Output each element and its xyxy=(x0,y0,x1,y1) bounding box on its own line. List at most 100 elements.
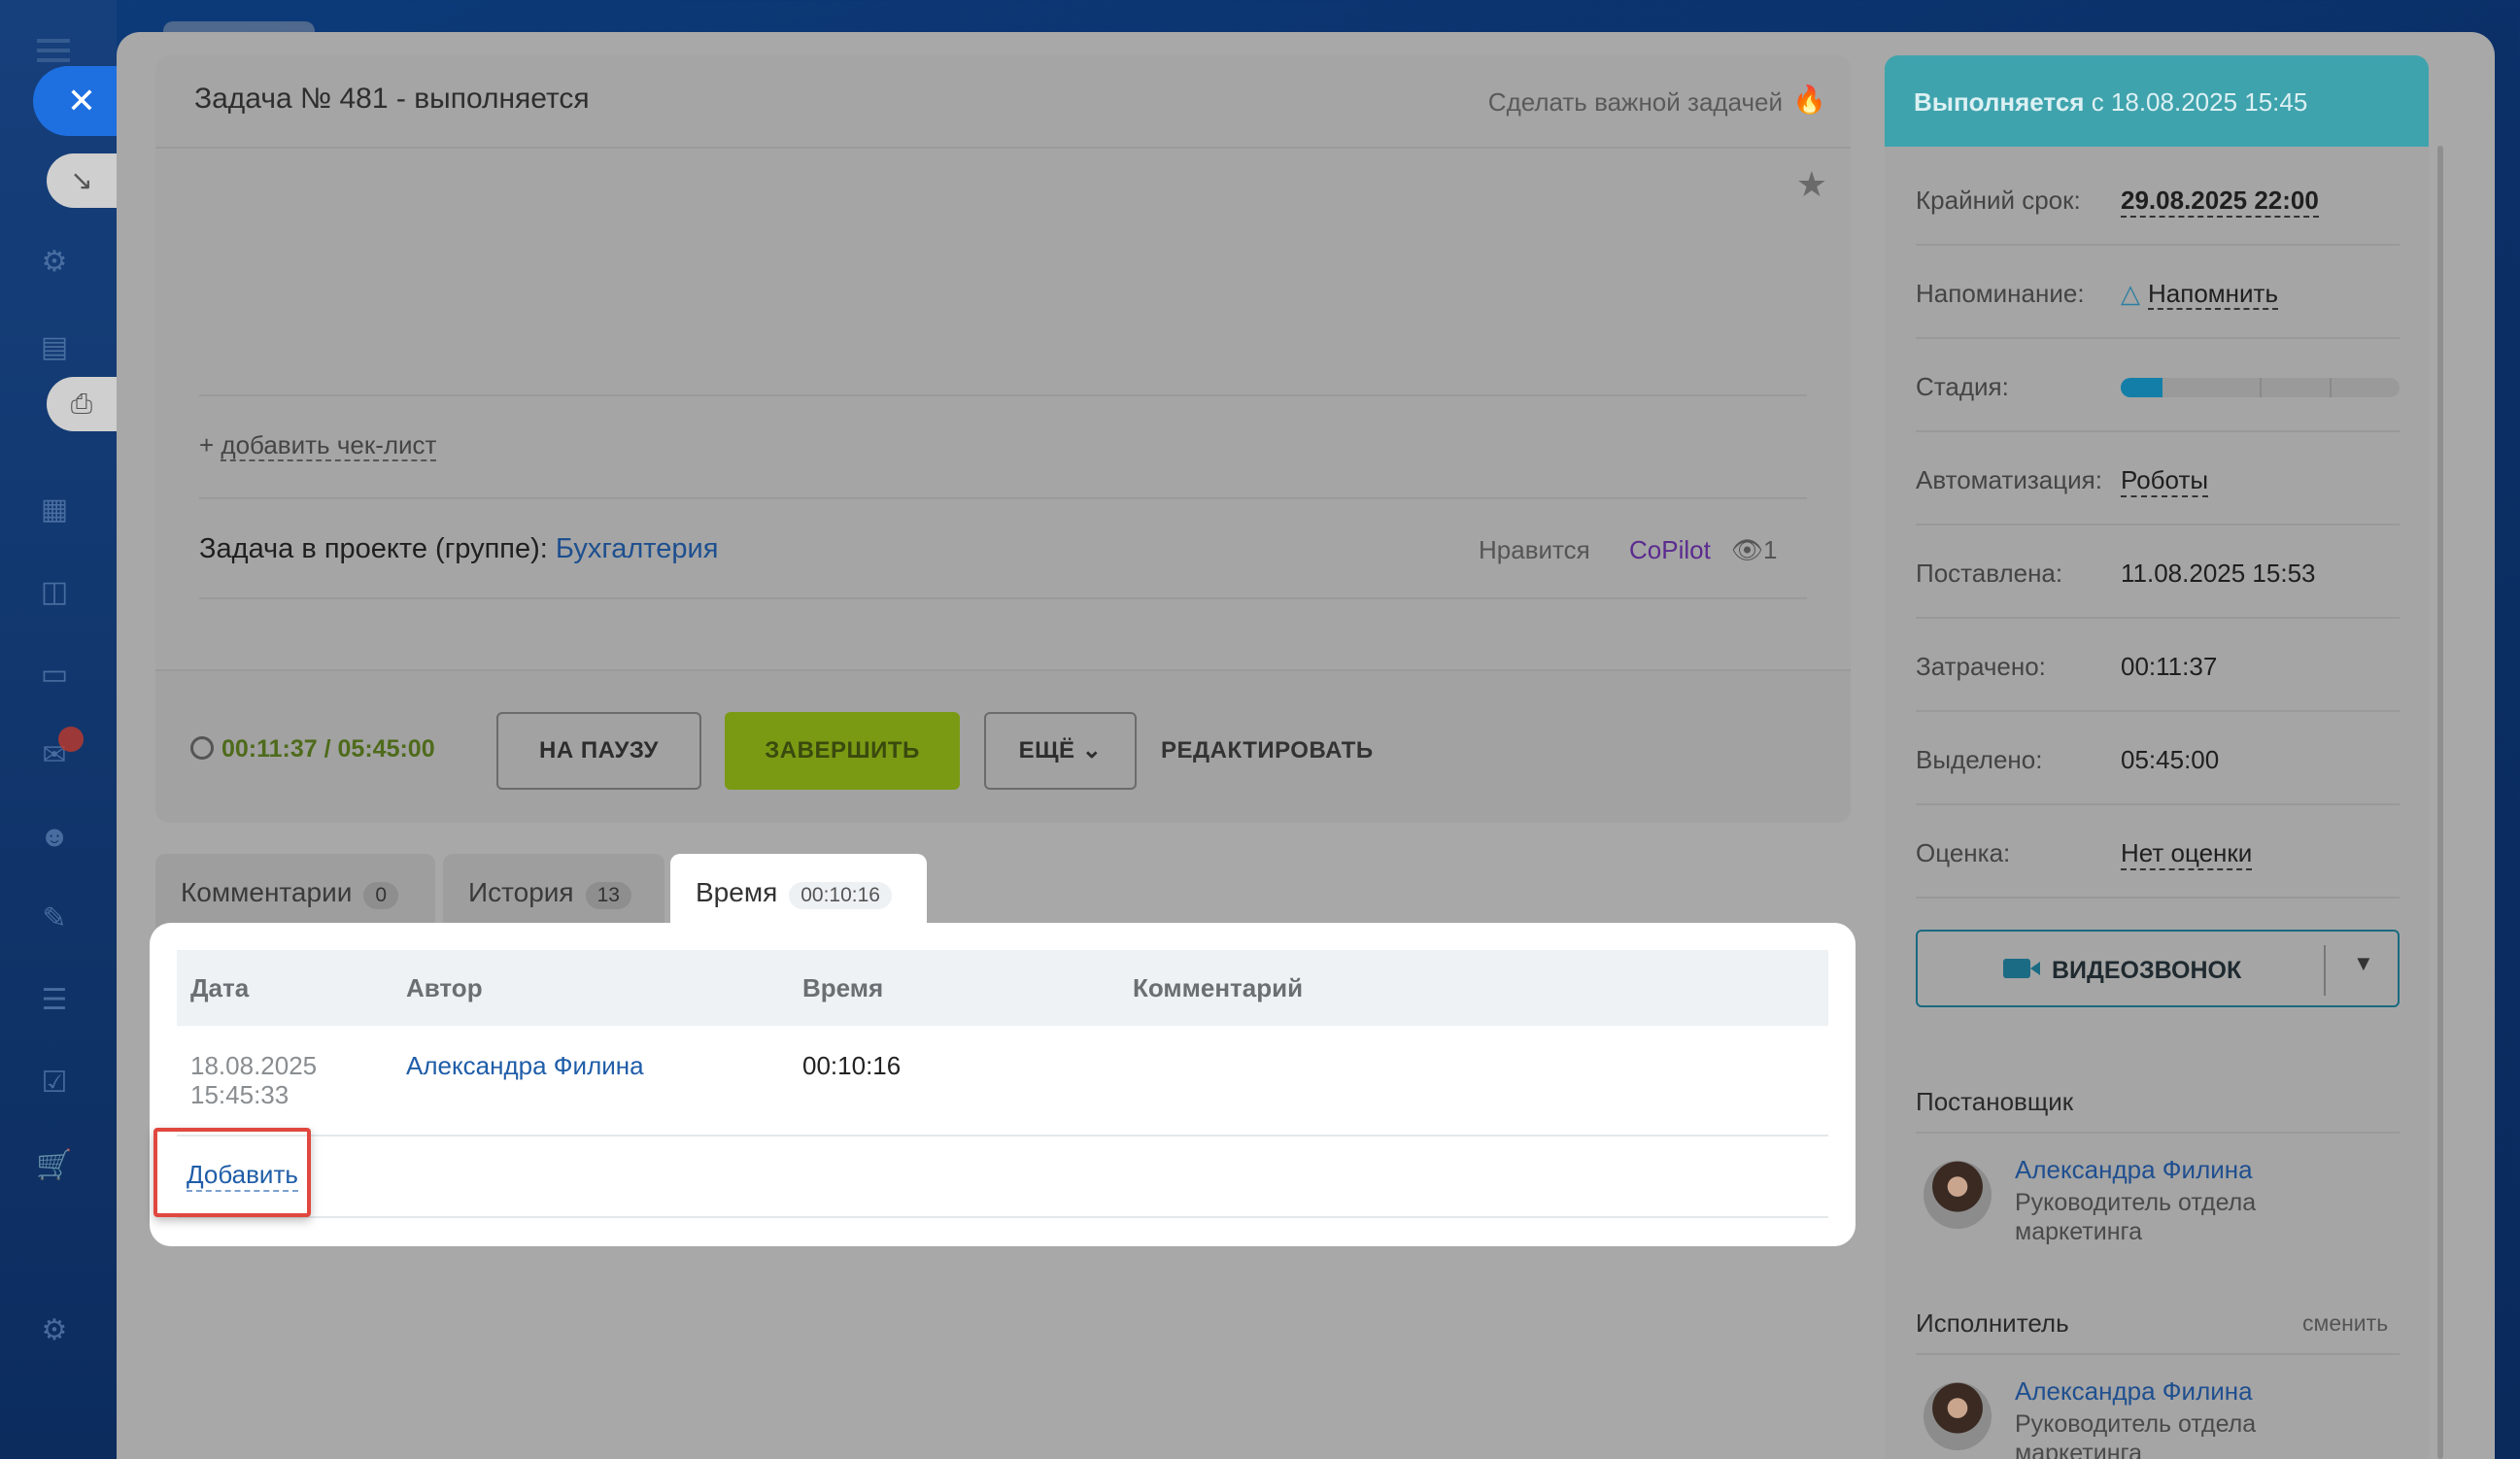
project-link[interactable]: Бухгалтерия xyxy=(556,533,719,564)
tab-label: Время xyxy=(696,877,778,907)
task-actions: 00:11:37 / 05:45:00 НА ПАУЗУ ЗАВЕРШИТЬ Е… xyxy=(155,669,1851,823)
row-divider xyxy=(177,1135,1828,1137)
add-checklist-link[interactable]: + добавить чек-лист xyxy=(199,430,437,461)
deadline-label: Крайний срок: xyxy=(1916,186,2081,215)
sign-icon[interactable]: ☑ xyxy=(35,1064,74,1103)
card-icon[interactable]: ▭ xyxy=(35,656,74,695)
spent-row: Затрачено: 00:11:37 xyxy=(1916,619,2400,712)
deadline-value[interactable]: 29.08.2025 22:00 xyxy=(2121,186,2319,218)
more-button[interactable]: ЕЩЁ ⌄ xyxy=(984,712,1137,790)
print-icon: ⎙ xyxy=(70,389,93,419)
divider xyxy=(1916,1353,2400,1355)
print-button[interactable]: ⎙ xyxy=(47,377,124,431)
close-icon: ✕ xyxy=(66,81,97,120)
bell-icon: △ xyxy=(2121,279,2140,308)
task-title: Задача № 481 - выполняется xyxy=(194,83,590,115)
tab-label: Комментарии xyxy=(181,877,353,907)
stage-separator xyxy=(2260,378,2262,397)
tab-count: 0 xyxy=(363,882,399,909)
reminder-row: Напоминание: △ Напомнить xyxy=(1916,246,2400,339)
tab-comments[interactable]: Комментарии 0 xyxy=(155,854,435,928)
rating-link[interactable]: Нет оценки xyxy=(2121,838,2253,870)
allocated-label: Выделено: xyxy=(1916,745,2043,774)
stage-progress[interactable] xyxy=(2121,378,2400,397)
allocated-row: Выделено: 05:45:00 xyxy=(1916,712,2400,805)
video-call-button[interactable]: ВИДЕОЗВОНОК ▼ xyxy=(1916,930,2400,1007)
like-button[interactable]: Нравится xyxy=(1479,535,1590,565)
menu-icon[interactable] xyxy=(37,39,70,43)
creator-name-link[interactable]: Александра Филина xyxy=(2015,1155,2253,1185)
more-label: ЕЩЁ xyxy=(1018,737,1075,763)
stage-row: Стадия: xyxy=(1916,339,2400,432)
column-author: Автор xyxy=(406,973,483,1002)
clock-icon xyxy=(190,736,214,760)
divider xyxy=(199,394,1807,396)
task-info-panel: Выполняется с 18.08.2025 15:45 Крайний с… xyxy=(1885,55,2429,1459)
row-author-link[interactable]: Александра Филина xyxy=(406,1051,644,1081)
stage-fill xyxy=(2121,378,2163,397)
allocated-value: 05:45:00 xyxy=(2121,745,2220,774)
scrollbar[interactable] xyxy=(2437,146,2443,1459)
feed-icon[interactable]: ▤ xyxy=(35,328,74,367)
eye-icon: 👁 xyxy=(1731,535,1764,564)
finish-button[interactable]: ЗАВЕРШИТЬ xyxy=(725,712,960,790)
reminder-value[interactable]: Напомнить xyxy=(2148,279,2278,310)
rating-label: Оценка: xyxy=(1916,838,2011,867)
avatar[interactable] xyxy=(1924,1161,1992,1229)
video-call-label: ВИДЕОЗВОНОК xyxy=(2052,957,2242,984)
settings-icon[interactable]: ⚙ xyxy=(35,1311,74,1350)
contacts-icon[interactable]: ☻ xyxy=(35,818,74,857)
reminder-link[interactable]: △ Напомнить xyxy=(2121,279,2278,310)
document-icon[interactable]: ◫ xyxy=(35,573,74,612)
automation-label: Автоматизация: xyxy=(1916,465,2102,494)
add-checklist-label[interactable]: добавить чек-лист xyxy=(221,430,437,461)
avatar[interactable] xyxy=(1924,1382,1992,1450)
pause-button[interactable]: НА ПАУЗУ xyxy=(496,712,701,790)
filter-icon[interactable]: ☰ xyxy=(35,981,74,1020)
divider xyxy=(2324,945,2326,996)
column-date: Дата xyxy=(190,973,250,1002)
fire-icon[interactable]: 🔥 xyxy=(1792,85,1826,116)
copilot-link[interactable]: CoPilot xyxy=(1629,535,1711,565)
created-label: Поставлена: xyxy=(1916,559,2063,588)
row-date: 18.08.2025 15:45:33 xyxy=(190,1051,318,1109)
deadline-row: Крайний срок: 29.08.2025 22:00 xyxy=(1916,153,2400,246)
views-counter: 👁1 xyxy=(1731,535,1777,565)
executor-name-link[interactable]: Александра Филина xyxy=(2015,1376,2253,1407)
calendar-icon[interactable]: ▦ xyxy=(35,491,74,529)
status-since: с 18.08.2025 15:45 xyxy=(2091,87,2308,117)
creator-role: Руководитель отдела маркетинга xyxy=(2015,1189,2257,1245)
star-icon[interactable]: ★ xyxy=(1796,164,1827,205)
time-tracking-panel: Дата Автор Время Комментарий 18.08.2025 … xyxy=(150,923,1856,1246)
timer-value: 00:11:37 / 05:45:00 xyxy=(221,735,435,763)
change-executor-link[interactable]: сменить xyxy=(2302,1310,2388,1337)
collapse-button[interactable]: ↘ xyxy=(47,153,124,208)
chevron-down-icon[interactable]: ▼ xyxy=(2353,951,2374,976)
notification-badge xyxy=(58,727,84,752)
close-button[interactable]: ✕ xyxy=(33,66,126,136)
camera-icon xyxy=(2003,959,2040,978)
tab-history[interactable]: История 13 xyxy=(443,854,664,928)
column-comment: Комментарий xyxy=(1133,973,1304,1002)
executor-title: Исполнитель xyxy=(1916,1308,2069,1338)
tab-time[interactable]: Время 00:10:16 xyxy=(670,854,927,932)
make-important-link[interactable]: Сделать важной задачей xyxy=(1488,87,1783,118)
column-time: Время xyxy=(802,973,884,1002)
automation-link[interactable]: Роботы xyxy=(2121,465,2209,497)
cart-icon[interactable]: 🛒 xyxy=(35,1146,74,1185)
add-time-link[interactable]: Добавить xyxy=(187,1160,298,1192)
reminder-label: Напоминание: xyxy=(1916,279,2085,308)
divider xyxy=(199,497,1807,499)
edit-button[interactable]: РЕДАКТИРОВАТЬ xyxy=(1161,712,1394,790)
task-card: Задача № 481 - выполняется Сделать важно… xyxy=(155,55,1851,823)
timer: 00:11:37 / 05:45:00 xyxy=(190,735,435,763)
project-line: Задача в проекте (группе): Бухгалтерия xyxy=(199,533,718,565)
status-label: Выполняется xyxy=(1914,87,2085,117)
status-bar: Выполняется с 18.08.2025 15:45 xyxy=(1885,55,2429,147)
arrow-down-right-icon: ↘ xyxy=(70,165,93,195)
project-label: Задача в проекте (группе): xyxy=(199,533,548,564)
executor-card: Александра Филина Руководитель отдела ма… xyxy=(1924,1376,2400,1459)
row-divider xyxy=(177,1216,1828,1218)
pen-icon[interactable]: ✎ xyxy=(35,899,74,938)
crm-icon[interactable]: ⚙ xyxy=(35,243,74,282)
